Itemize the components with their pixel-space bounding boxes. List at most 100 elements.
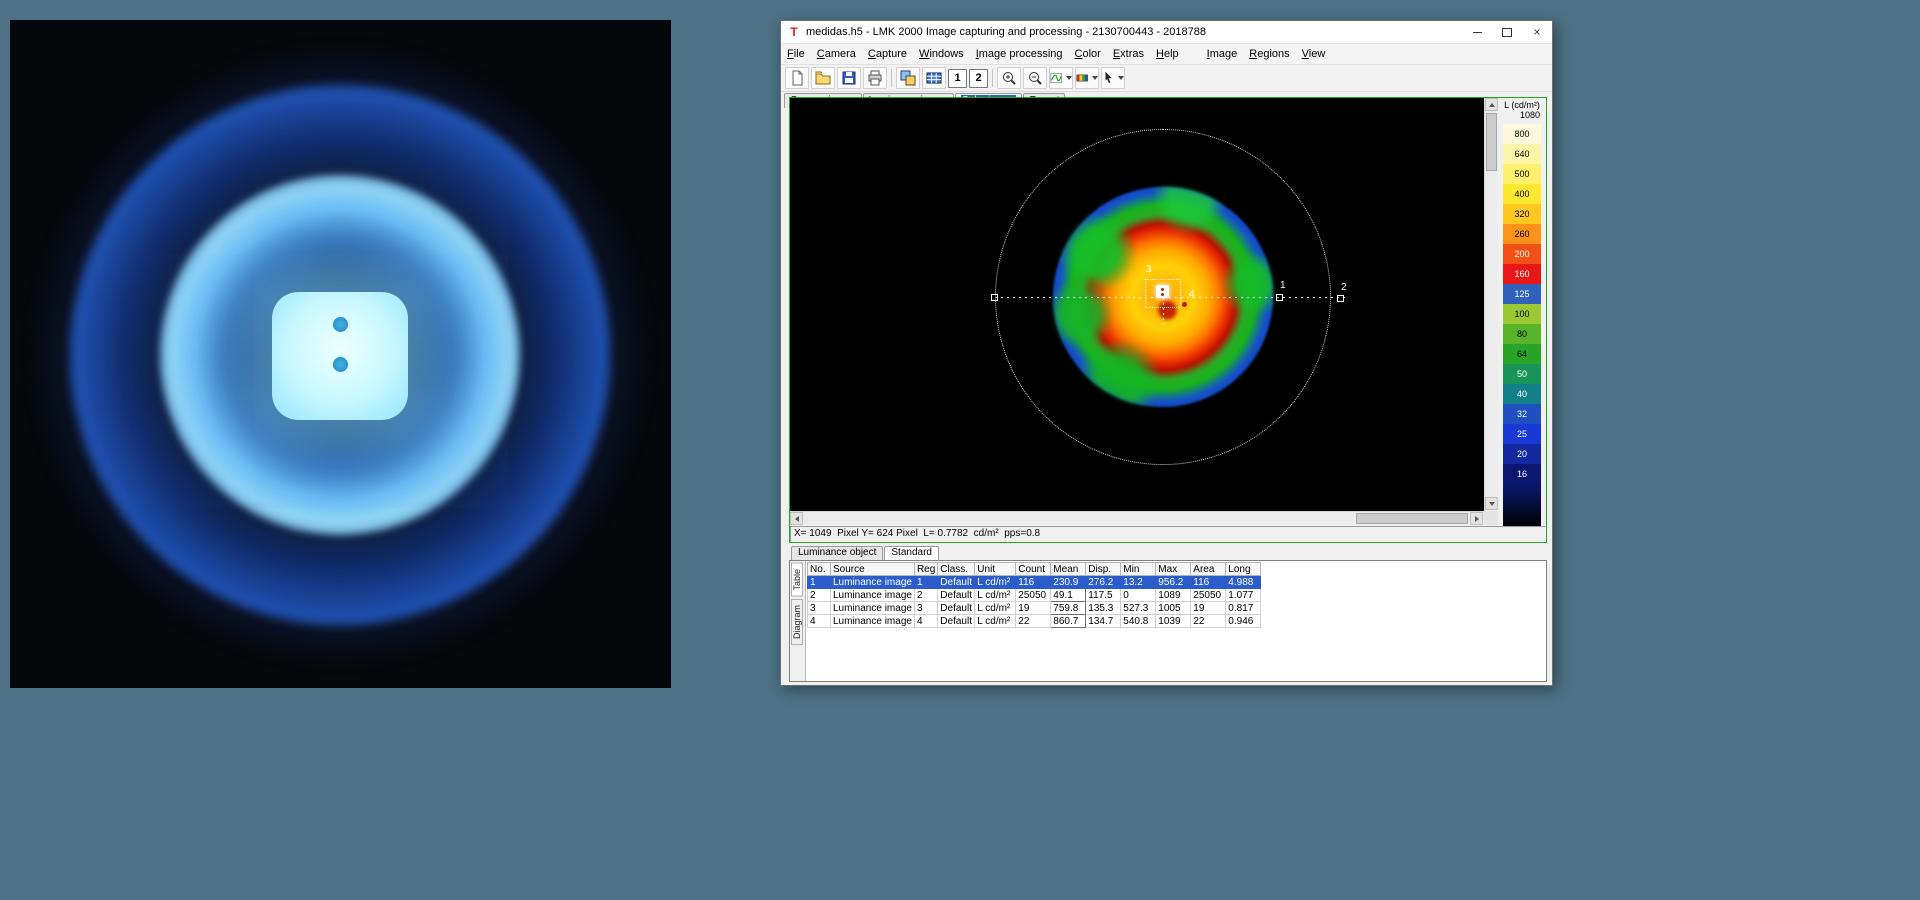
table-cell: 1 — [914, 576, 937, 589]
table-cell: 0.817 — [1226, 602, 1261, 615]
column-header-min[interactable]: Min — [1121, 563, 1156, 576]
hotspot-dot — [1161, 288, 1164, 291]
save-icon[interactable] — [837, 67, 861, 89]
menu-help[interactable]: Help — [1150, 46, 1185, 62]
table-cell: 759.8 — [1051, 602, 1086, 615]
vertical-scroll-thumb[interactable] — [1486, 113, 1497, 171]
menu-view[interactable]: View — [1296, 46, 1332, 62]
side-tabs: Table Diagram — [790, 561, 806, 681]
menu-camera[interactable]: Camera — [811, 46, 862, 62]
side-tab-table[interactable]: Table — [791, 563, 803, 597]
table-cell: 230.9 — [1051, 576, 1086, 589]
view-2-button[interactable]: 2 — [969, 69, 988, 88]
table-cell: 4 — [914, 615, 937, 628]
arrow-up-icon — [1489, 103, 1495, 107]
copy-image-icon[interactable] — [896, 67, 920, 89]
zoom-in-icon[interactable] — [997, 67, 1021, 89]
legend-entry-320: 320 — [1503, 204, 1541, 224]
menu-windows[interactable]: Windows — [913, 46, 970, 62]
legend-entry-40: 40 — [1503, 384, 1541, 404]
region-label-1: 1 — [1280, 281, 1286, 291]
dropdown-arrow-icon — [1118, 76, 1124, 80]
region-marker-left[interactable] — [991, 294, 998, 301]
table-row[interactable]: 2Luminance image2DefaultL cd/m²2505049.1… — [808, 589, 1261, 602]
legend-entry-64: 64 — [1503, 344, 1541, 364]
legend-entry-125: 125 — [1503, 284, 1541, 304]
horizontal-scrollbar[interactable] — [790, 511, 1484, 525]
luminance-legend: L (cd/m²) 1080 8006405004003202602001601… — [1498, 98, 1546, 528]
table-cell: 1005 — [1156, 602, 1191, 615]
print-icon[interactable] — [863, 67, 887, 89]
table-row[interactable]: 4Luminance image4DefaultL cd/m²22860.713… — [808, 615, 1261, 628]
region-4-point[interactable] — [1182, 302, 1187, 307]
column-header-disp-[interactable]: Disp. — [1086, 563, 1121, 576]
table-cell: Luminance image — [831, 589, 915, 602]
pointer-tool-icon[interactable] — [1101, 67, 1125, 89]
table-row[interactable]: 1Luminance image1DefaultL cd/m²116230.92… — [808, 576, 1261, 589]
measurement-table-wrap: No.SourceRegClass.UnitCountMeanDisp.MinM… — [807, 562, 1261, 628]
maximize-button[interactable] — [1492, 21, 1522, 43]
side-tab-diagram[interactable]: Diagram — [791, 599, 803, 645]
table-cell: 2 — [808, 589, 831, 602]
region-marker-1[interactable] — [1276, 294, 1283, 301]
table-cell: 25050 — [1191, 589, 1226, 602]
bottom-tab-luminance-object[interactable]: Luminance object — [791, 546, 883, 560]
menu-regions[interactable]: Regions — [1243, 46, 1295, 62]
column-header-no-[interactable]: No. — [808, 563, 831, 576]
arrow-right-icon — [1475, 516, 1479, 522]
legend-entry-500: 500 — [1503, 164, 1541, 184]
legend-entry-100: 100 — [1503, 304, 1541, 324]
luminance-canvas[interactable]: 1 2 3 4 — [790, 98, 1484, 511]
desktop: T medidas.h5 - LMK 2000 Image capturing … — [0, 0, 1920, 900]
arrow-left-icon — [795, 516, 799, 522]
open-file-icon[interactable] — [811, 67, 835, 89]
image-panel: 1 2 3 4 L (cd/m²) — [789, 97, 1547, 543]
zoom-out-icon[interactable] — [1023, 67, 1047, 89]
color-table-icon[interactable] — [922, 67, 946, 89]
legend-entry-32: 32 — [1503, 404, 1541, 424]
scroll-left-button[interactable] — [790, 512, 803, 525]
table-cell: L cd/m² — [975, 615, 1016, 628]
column-header-class-[interactable]: Class. — [938, 563, 975, 576]
lamp-dot-top — [333, 317, 348, 332]
menu-image-processing[interactable]: Image processing — [970, 46, 1069, 62]
region-marker-2[interactable] — [1337, 295, 1344, 302]
menu-file[interactable]: File — [781, 46, 811, 62]
table-cell: Default — [938, 576, 975, 589]
scroll-up-button[interactable] — [1485, 98, 1498, 111]
column-header-mean[interactable]: Mean — [1051, 563, 1086, 576]
table-row[interactable]: 3Luminance image3DefaultL cd/m²19759.813… — [808, 602, 1261, 615]
minimize-button[interactable] — [1462, 21, 1492, 43]
menu-image[interactable]: Image — [1201, 46, 1244, 62]
lmk2000-window: T medidas.h5 - LMK 2000 Image capturing … — [780, 20, 1553, 686]
scroll-down-button[interactable] — [1485, 497, 1498, 510]
scroll-right-button[interactable] — [1470, 512, 1483, 525]
title-bar[interactable]: T medidas.h5 - LMK 2000 Image capturing … — [781, 21, 1552, 44]
evaluation-curve-icon[interactable] — [1049, 67, 1073, 89]
table-cell: 3 — [808, 602, 831, 615]
column-header-source[interactable]: Source — [831, 563, 915, 576]
view-1-button[interactable]: 1 — [948, 69, 967, 88]
column-header-unit[interactable]: Unit — [975, 563, 1016, 576]
table-cell: 4 — [808, 615, 831, 628]
column-header-area[interactable]: Area — [1191, 563, 1226, 576]
vertical-scrollbar[interactable] — [1484, 98, 1498, 511]
menu-extras[interactable]: Extras — [1107, 46, 1150, 62]
column-header-long[interactable]: Long — [1226, 563, 1261, 576]
menu-capture[interactable]: Capture — [862, 46, 913, 62]
legend-max-value: 1080 — [1498, 110, 1546, 121]
new-document-icon[interactable] — [785, 67, 809, 89]
close-button[interactable]: × — [1522, 21, 1552, 43]
toolbar-separator — [992, 69, 993, 87]
palette-icon[interactable] — [1075, 67, 1099, 89]
horizontal-scroll-thumb[interactable] — [1356, 513, 1468, 524]
bottom-tab-standard[interactable]: Standard — [884, 546, 939, 560]
column-header-max[interactable]: Max — [1156, 563, 1191, 576]
table-cell: 13.2 — [1121, 576, 1156, 589]
table-cell: Default — [938, 615, 975, 628]
column-header-reg[interactable]: Reg — [914, 563, 937, 576]
menu-color[interactable]: Color — [1069, 46, 1107, 62]
table-cell: Default — [938, 589, 975, 602]
column-header-count[interactable]: Count — [1016, 563, 1051, 576]
table-cell: 0.946 — [1226, 615, 1261, 628]
